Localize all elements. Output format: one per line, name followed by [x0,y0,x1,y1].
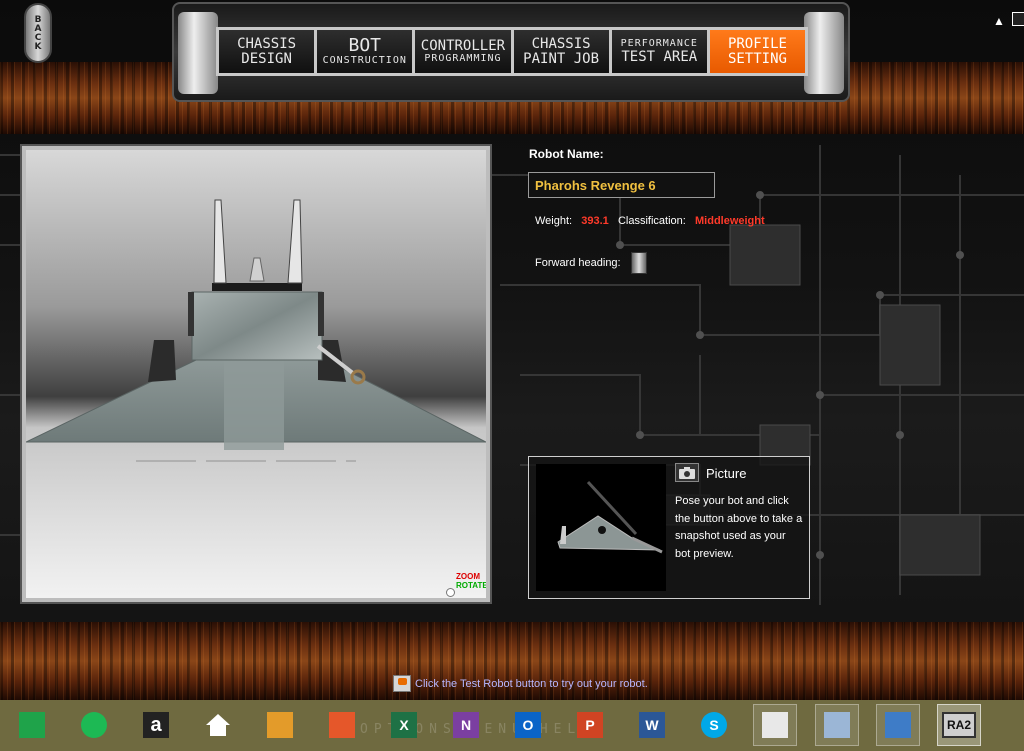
taskbar-app-button[interactable] [10,704,54,746]
windows-taskbar: OPTIONS MENU HELP aXNOPWSRA2 [0,700,1024,751]
weight-value: 393.1 [581,215,609,227]
taskbar-app-button[interactable] [258,704,302,746]
tab-label-line1: PERFORMANCE [620,38,698,49]
bot-preview-thumbnail [536,464,666,591]
robot-name-label: Robot Name: [529,147,604,161]
taskbar-app-button[interactable]: a [134,704,178,746]
weight-label: Weight: [535,215,573,227]
files-icon [267,712,293,738]
picture-title: Picture [706,466,747,481]
store-icon [19,712,45,738]
taskbar-app-button[interactable] [320,704,364,746]
zoom-rotate-control[interactable]: ZOOM ROTATE [446,572,488,598]
zoom-label: ZOOM [456,572,480,581]
tab-label-line2: CONSTRUCTION [322,55,407,66]
word-icon: W [639,712,665,738]
status-hint: Click the Test Robot button to try out y… [393,675,648,692]
monitor-icon[interactable] [1012,12,1024,26]
spotify-icon [81,712,107,738]
classification-label: Classification: [617,215,686,227]
tray-chevron-icon[interactable]: ▲ [993,14,1005,28]
snapshot-button[interactable] [675,463,699,482]
taskbar-app-button[interactable]: P [568,704,612,746]
tab-performance-test-area[interactable]: PERFORMANCE TEST AREA [611,30,707,73]
taskbar-app-button[interactable]: O [506,704,550,746]
taskbar-app-button[interactable]: N [444,704,488,746]
powerpoint-icon: P [577,712,603,738]
robot-stats: Weight: 393.1 Classification: Middleweig… [535,215,765,227]
camera-icon [679,466,695,479]
classification-value: Middleweight [695,215,765,227]
tab-label-line1: PROFILE [727,36,787,52]
skype-icon: S [701,712,727,738]
ra2-icon: RA2 [942,712,976,738]
tab-label-line2: TEST AREA [621,49,698,65]
hub-icon [885,712,911,738]
robot-3d-render [26,150,486,598]
remote-desktop-icon [824,712,850,738]
rotate-label: ROTATE [456,581,488,590]
tab-controller-programming[interactable]: CONTROLLER PROGRAMMING [415,30,511,73]
forward-heading-row: Forward heading: [535,252,647,274]
taskbar-app-button[interactable] [196,704,240,746]
taskbar-app-button[interactable]: RA2 [937,704,981,746]
test-robot-icon [393,675,411,692]
back-button[interactable]: BACK [24,3,52,63]
robot-3d-viewport[interactable]: ZOOM ROTATE [20,144,492,604]
taskbar-app-button[interactable] [753,704,797,746]
notepad-icon [762,712,788,738]
taskbar-app-button[interactable] [72,704,116,746]
excel-icon: X [391,712,417,738]
outlook-icon: O [515,712,541,738]
tab-label-line1: CHASSIS [531,36,591,52]
forward-heading-slider[interactable] [630,252,647,274]
taskbar-app-button[interactable] [876,704,920,746]
tab-label-line1: CHASSIS [237,36,297,52]
picture-panel: Picture Pose your bot and click the butt… [528,456,810,599]
tab-label-line1: CONTROLLER [420,38,506,54]
tab-label-line1: BOT [348,35,382,56]
nav-tabs: CHASSIS DESIGN BOT CONSTRUCTION CONTROLL… [216,27,808,76]
picture-description: Pose your bot and click the button above… [675,495,803,560]
photos-icon [329,712,355,738]
amazon-icon: a [143,712,169,738]
tab-label-line2: SETTING [727,51,787,67]
tab-chassis-paint-job[interactable]: CHASSIS PAINT JOB [513,30,609,73]
home-icon [205,712,231,738]
status-hint-text: Click the Test Robot button to try out y… [415,677,648,690]
tab-profile-setting[interactable]: PROFILE SETTING [709,30,806,73]
forward-heading-label: Forward heading: [535,257,621,269]
tab-bot-construction[interactable]: BOT CONSTRUCTION [317,30,413,73]
taskbar-app-button[interactable]: S [692,704,736,746]
back-button-label: BACK [33,15,43,51]
bot-preview-image [557,480,663,554]
taskbar-app-button[interactable]: W [630,704,674,746]
robot-name-input[interactable]: Pharohs Revenge 6 [528,172,715,198]
onenote-icon: N [453,712,479,738]
zoom-knob[interactable] [446,588,455,597]
taskbar-app-button[interactable] [815,704,859,746]
tab-label-line2: DESIGN [241,51,292,67]
taskbar-app-button[interactable]: X [382,704,426,746]
tab-chassis-design[interactable]: CHASSIS DESIGN [219,30,315,73]
tab-label-line2: PAINT JOB [523,51,600,67]
tab-label-line2: PROGRAMMING [424,53,502,64]
